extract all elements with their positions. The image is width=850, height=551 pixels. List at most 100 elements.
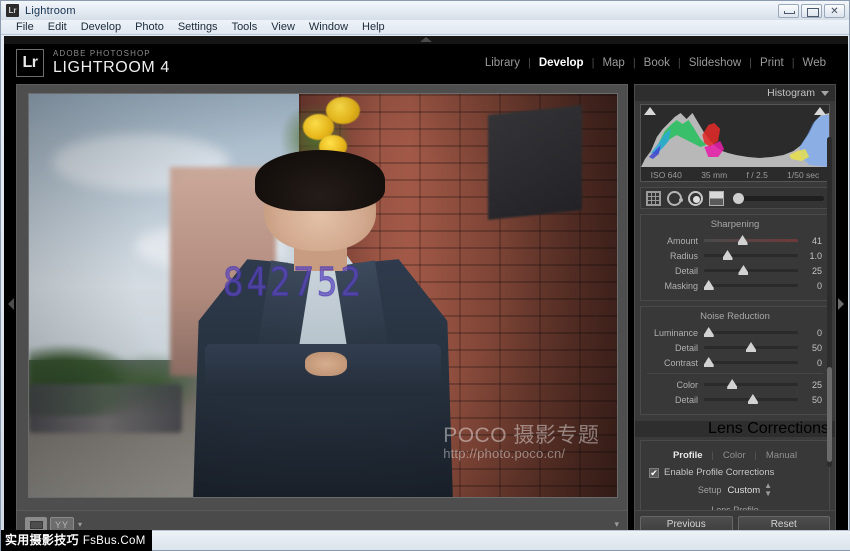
slider-track[interactable] [703,327,798,337]
brand-line-2: LIGHTROOM 4 [53,59,170,76]
status-badge-en: FsBus.CoM [82,535,146,547]
spot-removal-icon[interactable] [667,190,683,206]
slider-value: 0 [816,327,822,338]
slider-knob[interactable] [733,192,744,204]
menu-tools[interactable]: Tools [225,20,265,34]
slider-row-nr-detail[interactable]: Detail 50 [641,341,829,354]
close-button[interactable]: ✕ [824,3,845,18]
module-slideshow[interactable]: Slideshow [681,57,749,69]
slider-track[interactable] [704,394,798,404]
module-library[interactable]: Library [477,57,528,69]
lightroom-workspace: Lr ADOBE PHOTOSHOP LIGHTROOM 4 Library |… [4,36,848,549]
view-options-caret-icon[interactable]: ▾ [78,520,82,529]
module-map[interactable]: Map [594,57,632,69]
slider-row-amount[interactable]: Amount 41 [641,234,829,247]
enable-profile-corrections-label: Enable Profile Corrections [664,467,775,478]
title-bar: Lr Lightroom ✕ [1,1,849,20]
menu-edit[interactable]: Edit [41,20,74,34]
noise-reduction-title: Noise Reduction [700,311,770,322]
left-panel-toggle-icon[interactable] [8,298,14,310]
module-web[interactable]: Web [795,57,834,69]
image-view-area: 842752 POCO 摄影专题 http://photo.poco.cn/ Y… [16,84,628,539]
brand-line-1: ADOBE PHOTOSHOP [53,49,151,58]
histogram-curve [641,113,829,167]
slider-track[interactable] [704,235,798,245]
photo-container[interactable]: 842752 POCO 摄影专题 http://photo.poco.cn/ [29,94,617,497]
adjustment-brush-slider[interactable] [733,192,824,204]
watermark-brand: POCO 摄影专题 [443,424,600,448]
window-frame: Lr Lightroom ✕ File Edit Develop Photo S… [0,0,850,551]
slider-track[interactable] [703,280,798,290]
status-bar: 实用摄影技巧 FsBus.CoM [1,530,850,551]
right-panel: Histogram ISO 640 35 mm f / 2.5 1/50 sec… [634,84,836,539]
setup-label: Setup [697,485,722,495]
watermark-number: 842752 [223,260,364,307]
lens-corrections-header[interactable]: Lens Corrections [635,420,835,437]
slider-track[interactable] [703,357,798,367]
slider-value: 0 [816,357,822,368]
tab-color[interactable]: Color [714,450,755,461]
slider-value: 50 [811,394,822,405]
slider-label: Color [676,379,698,390]
slider-track[interactable] [704,265,798,275]
module-develop[interactable]: Develop [531,57,592,69]
menu-file[interactable]: File [9,20,41,34]
menu-help[interactable]: Help [355,20,392,34]
slider-row-luminance[interactable]: Luminance 0 [641,326,829,339]
photo-image: 842752 POCO 摄影专题 http://photo.poco.cn/ [29,94,617,497]
status-badge: 实用摄影技巧 FsBus.CoM [1,530,152,551]
exif-shutter: 1/50 sec [787,170,820,180]
module-print[interactable]: Print [752,57,792,69]
stepper-icon[interactable]: ▲ ▼ [764,482,772,498]
lens-corrections-title: Lens Corrections [708,420,829,437]
status-badge-cn: 实用摄影技巧 [5,533,79,547]
watermark-url: http://photo.poco.cn/ [443,446,566,462]
slider-row-radius[interactable]: Radius 1.0 [641,249,829,262]
slider-value: 25 [811,379,822,390]
menu-photo[interactable]: Photo [128,20,171,34]
histogram-exif: ISO 640 35 mm f / 2.5 1/50 sec [641,170,829,180]
lightroom-app-icon: Lr [6,4,19,17]
slider-row-color-detail[interactable]: Detail 50 [641,393,829,406]
slider-row-masking[interactable]: Masking 0 [641,279,829,292]
slider-track[interactable] [704,250,798,260]
menu-develop[interactable]: Develop [74,20,128,34]
crop-overlay-icon[interactable] [646,190,661,206]
exif-iso: ISO 640 [650,170,682,180]
slider-track[interactable] [704,342,798,352]
histogram-panel-header[interactable]: Histogram [635,85,835,101]
red-eye-icon[interactable] [688,190,703,206]
slider-row-color[interactable]: Color 25 [641,378,829,391]
slider-label: Detail [674,265,698,276]
right-panel-scrollbar[interactable] [827,137,832,467]
enable-profile-corrections-row[interactable]: ✔ Enable Profile Corrections [641,464,829,478]
slider-row-contrast[interactable]: Contrast 0 [641,356,829,369]
identity-plate[interactable]: Lr ADOBE PHOTOSHOP LIGHTROOM 4 [16,49,170,77]
menu-window[interactable]: Window [302,20,355,34]
scrollbar-thumb[interactable] [827,367,832,462]
setup-row[interactable]: Setup Custom ▲ ▼ [641,478,829,500]
module-book[interactable]: Book [636,57,678,69]
maximize-button[interactable] [801,3,822,18]
tab-manual[interactable]: Manual [757,450,806,461]
histogram-chart[interactable]: ISO 640 35 mm f / 2.5 1/50 sec [640,104,830,182]
tab-profile[interactable]: Profile [664,450,712,461]
slider-value: 0 [816,280,822,291]
slider-value: 41 [811,235,822,246]
top-panel-collapse-bar[interactable] [4,36,848,44]
menu-settings[interactable]: Settings [171,20,225,34]
minimize-button[interactable] [778,3,799,18]
chevron-up-icon [420,37,432,42]
right-panel-toggle-icon[interactable] [838,298,844,310]
slider-label: Luminance [653,327,698,338]
graduated-filter-icon[interactable] [709,190,724,206]
checkbox-icon[interactable]: ✔ [649,467,659,478]
slider-row-detail[interactable]: Detail 25 [641,264,829,277]
menu-view[interactable]: View [264,20,302,34]
setup-value[interactable]: Custom [727,485,760,496]
exif-aperture: f / 2.5 [746,170,768,180]
toolbar-overflow-caret-icon[interactable]: ▾ [614,519,619,530]
chevron-down-icon[interactable] [821,90,829,96]
slider-track[interactable] [704,379,798,389]
slider-label: Amount [666,235,698,246]
